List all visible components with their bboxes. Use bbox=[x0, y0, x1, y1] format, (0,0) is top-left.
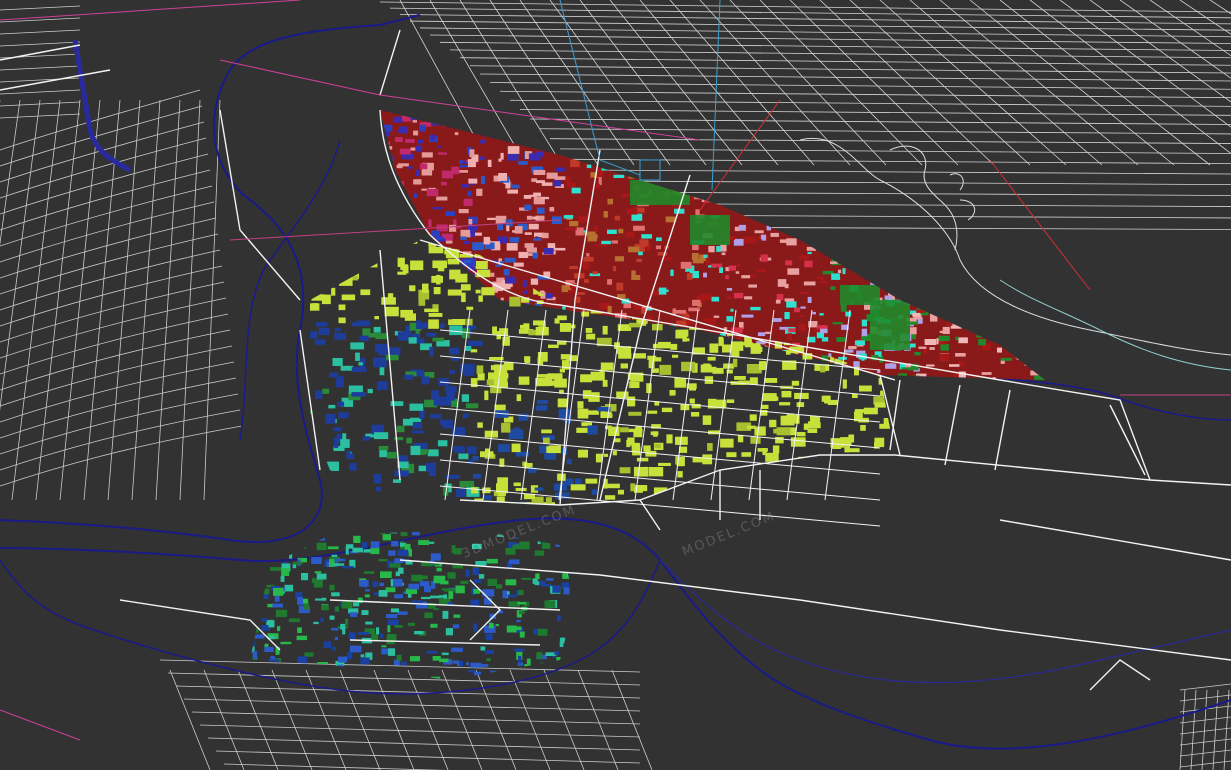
viewport-background bbox=[0, 0, 1231, 770]
3d-map-viewport[interactable]: 3DMODEL.COM MODEL.COM bbox=[0, 0, 1231, 770]
city-wireframe-scene[interactable] bbox=[0, 0, 1231, 770]
